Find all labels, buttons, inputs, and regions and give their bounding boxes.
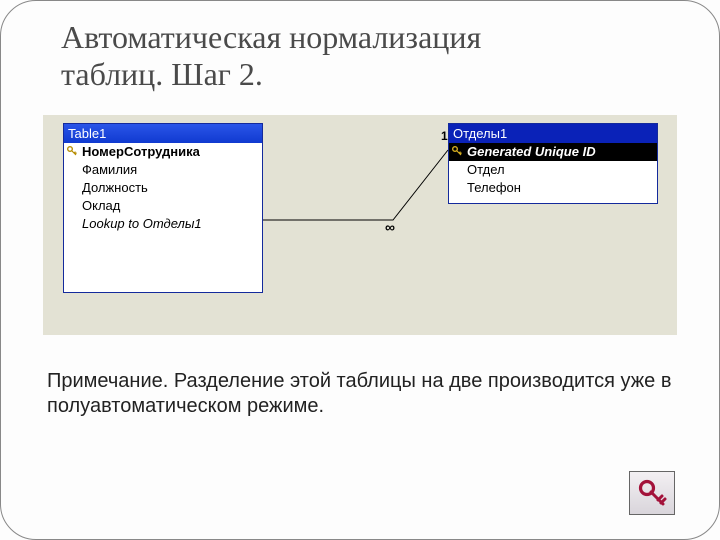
table2-pk-field[interactable]: Generated Unique ID (449, 143, 657, 161)
relationship-many-label: ∞ (385, 219, 395, 235)
title-line-1: Автоматическая нормализация (61, 19, 481, 55)
key-icon (636, 477, 668, 509)
table1-window[interactable]: Table1 НомерСотрудника Фамилия Должность… (63, 123, 263, 293)
relationship-line (263, 115, 449, 255)
title-line-2: таблиц. Шаг 2. (61, 56, 263, 92)
table2-title[interactable]: Отделы1 (449, 124, 657, 143)
table1-title[interactable]: Table1 (64, 124, 262, 143)
table2-field-1[interactable]: Отдел (449, 161, 657, 179)
table2-field-2[interactable]: Телефон (449, 179, 657, 197)
table2-pk-label: Generated Unique ID (467, 144, 596, 159)
relationship-one-label: 1 (441, 129, 448, 143)
slide-title: Автоматическая нормализация таблиц. Шаг … (61, 19, 679, 93)
table1-field-4[interactable]: Lookup to Отделы1 (64, 215, 262, 233)
key-icon (66, 145, 78, 157)
table1-fields: НомерСотрудника Фамилия Должность Оклад … (64, 143, 262, 273)
key-icon (451, 145, 463, 157)
slide: Автоматическая нормализация таблиц. Шаг … (0, 0, 720, 540)
table2-window[interactable]: Отделы1 Generated Unique ID Отдел Телефо… (448, 123, 658, 204)
app-icon[interactable] (629, 471, 675, 515)
table1-field-2[interactable]: Должность (64, 179, 262, 197)
relationship-diagram: Table1 НомерСотрудника Фамилия Должность… (43, 115, 677, 335)
table1-field-1[interactable]: Фамилия (64, 161, 262, 179)
table1-field-3[interactable]: Оклад (64, 197, 262, 215)
table1-pk-field[interactable]: НомерСотрудника (64, 143, 262, 161)
table1-pk-label: НомерСотрудника (82, 144, 200, 159)
table2-fields: Generated Unique ID Отдел Телефон (449, 143, 657, 203)
note-text: Примечание. Разделение этой таблицы на д… (47, 369, 673, 419)
